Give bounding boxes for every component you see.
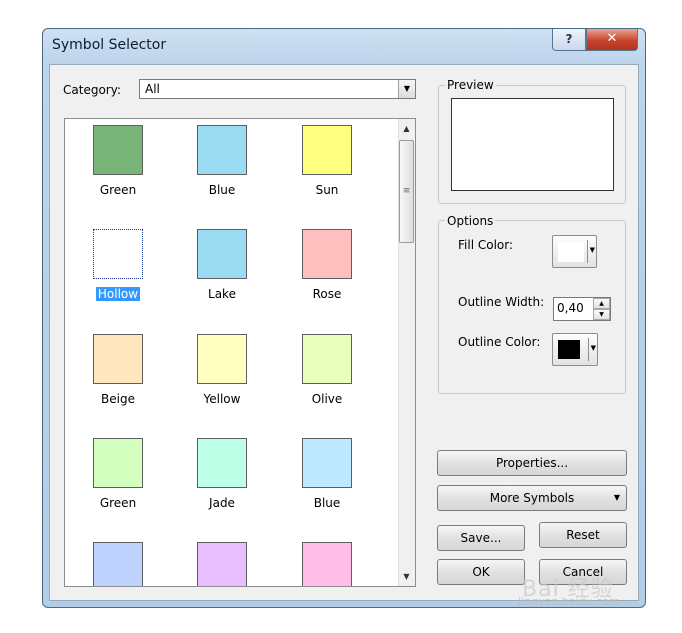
outline-color-swatch	[558, 340, 580, 359]
save-label: Save...	[460, 531, 502, 545]
symbol-swatch[interactable]	[93, 229, 143, 279]
fill-color-button[interactable]: ▼	[552, 235, 597, 268]
symbol-label[interactable]: Beige	[68, 392, 168, 406]
symbol-swatch[interactable]	[197, 334, 247, 384]
scrollbar-thumb[interactable]: ≡	[399, 140, 414, 243]
symbol-swatch[interactable]	[302, 229, 352, 279]
more-symbols-label: More Symbols	[489, 491, 575, 505]
help-icon: ?	[565, 32, 573, 46]
symbol-list[interactable]: Green Blue Sun Hollow Lake Rose Beige Yellow Oli…	[64, 118, 416, 587]
spin-down-icon[interactable]: ▼	[593, 309, 610, 320]
symbol-swatch[interactable]	[302, 125, 352, 175]
more-symbols-button[interactable]: More Symbols ▼	[437, 485, 627, 511]
outline-width-label: Outline Width:	[458, 295, 545, 309]
ok-button[interactable]: OK	[437, 559, 525, 585]
watermark-url: jingyan.baidu.com	[518, 595, 620, 608]
symbol-label[interactable]: Sun	[277, 183, 377, 197]
outline-color-button[interactable]: ▼	[552, 333, 598, 366]
close-icon: ✕	[606, 31, 618, 46]
symbol-swatch[interactable]	[93, 125, 143, 175]
save-button[interactable]: Save...	[437, 525, 525, 551]
symbol-swatch[interactable]	[197, 229, 247, 279]
symbol-swatch[interactable]	[197, 125, 247, 175]
options-label: Options	[445, 214, 496, 228]
symbol-label[interactable]: Blue	[172, 183, 272, 197]
symbol-label[interactable]: Rose	[277, 287, 377, 301]
symbol-label[interactable]: Yellow	[172, 392, 272, 406]
symbol-label[interactable]: Lake	[172, 287, 272, 301]
symbol-swatch[interactable]	[302, 334, 352, 384]
category-value: All	[145, 82, 160, 96]
outline-width-value: 0,40	[557, 301, 584, 315]
fill-color-label: Fill Color:	[458, 238, 514, 252]
preview-box	[451, 98, 614, 191]
selected-symbol-label[interactable]: Hollow	[95, 287, 141, 301]
symbol-label[interactable]: Blue	[277, 496, 377, 510]
symbol-label[interactable]: Green	[68, 183, 168, 197]
close-button[interactable]: ✕	[586, 29, 638, 51]
symbol-label[interactable]: Jade	[172, 496, 272, 510]
preview-label: Preview	[445, 78, 496, 92]
symbol-swatch[interactable]	[93, 334, 143, 384]
symbol-swatch[interactable]	[302, 542, 352, 586]
properties-button[interactable]: Properties...	[437, 450, 627, 476]
symbol-swatch[interactable]	[197, 438, 247, 488]
symbol-swatch[interactable]	[93, 542, 143, 586]
spin-up-icon[interactable]: ▲	[593, 298, 610, 309]
outline-color-label: Outline Color:	[458, 335, 541, 349]
symbol-swatch[interactable]	[197, 542, 247, 586]
dialog-title: Symbol Selector	[52, 37, 167, 53]
symbol-label[interactable]: Olive	[277, 392, 377, 406]
reset-button[interactable]: Reset	[539, 522, 627, 548]
symbol-swatch[interactable]	[302, 438, 352, 488]
symbol-label[interactable]: Hollow	[68, 287, 168, 301]
category-label: Category:	[63, 83, 121, 97]
scroll-up-icon[interactable]: ▲	[398, 120, 415, 137]
chevron-down-icon: ▼	[590, 344, 596, 352]
chevron-down-icon: ▼	[613, 493, 620, 502]
category-dropdown[interactable]	[139, 79, 416, 99]
symbol-swatch[interactable]	[93, 438, 143, 488]
chevron-down-icon[interactable]: ▼	[398, 80, 415, 98]
symbol-label[interactable]: Green	[68, 496, 168, 510]
help-button[interactable]: ?	[552, 29, 586, 51]
scroll-down-icon[interactable]: ▼	[398, 568, 415, 585]
fill-color-swatch	[558, 242, 584, 262]
chevron-down-icon: ▼	[589, 246, 595, 254]
